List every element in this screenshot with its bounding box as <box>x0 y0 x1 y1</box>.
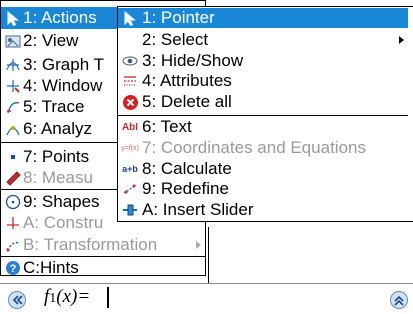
submenu-item-label: 6: Text <box>142 117 192 136</box>
text-cursor <box>107 287 109 308</box>
graph-axis-line <box>208 227 209 283</box>
collapse-history-button[interactable] <box>6 290 28 310</box>
submenu-item-select[interactable]: 2: Select <box>118 30 408 50</box>
submenu-item-text[interactable]: AbI 6: Text <box>118 117 408 137</box>
main-menu-item-label: C:Hints <box>23 258 79 277</box>
submenu-item-label: 9: Redefine <box>142 179 229 198</box>
pointer-icon <box>121 10 139 27</box>
submenu-item-coordinates-equations[interactable]: y=f(x) 7: Coordinates and Equations <box>118 138 408 158</box>
main-menu-item-label: 8: Measu <box>23 168 93 187</box>
main-menu-item-label: 1: Actions <box>23 8 97 27</box>
text-icon: AbI <box>121 121 139 133</box>
main-menu-item-label: 9: Shapes <box>23 192 100 211</box>
main-menu-item-label: 6: Analyz <box>23 119 92 138</box>
submenu-item-label: 7: Coordinates and Equations <box>142 138 366 157</box>
analyze-icon <box>4 121 21 138</box>
measure-icon <box>4 170 21 187</box>
main-menu-item-hints[interactable]: ? C:Hints <box>1 257 205 279</box>
main-menu-item-label: 4: Window <box>23 76 103 95</box>
graph-type-icon <box>4 57 21 74</box>
main-menu-item-label: 3: Graph T <box>23 55 104 74</box>
submenu-item-label: 3: Hide/Show <box>142 51 244 70</box>
eye-icon <box>121 53 139 70</box>
main-menu-item-label: 5: Trace <box>23 97 85 116</box>
slider-icon <box>121 202 139 219</box>
attributes-icon <box>121 73 139 90</box>
main-menu-item-label: A: Constru <box>23 213 104 232</box>
menu-separator <box>118 115 408 116</box>
delete-icon <box>121 94 139 111</box>
pointer-icon <box>4 10 21 27</box>
calculate-icon: a+b <box>122 164 138 174</box>
submenu-arrow-icon <box>196 241 201 249</box>
main-menu-item-transformation[interactable]: B: Transformation <box>1 234 205 256</box>
submenu-item-calculate[interactable]: a+b 8: Calculate <box>118 159 408 179</box>
main-menu-item-label: 7: Points <box>23 147 90 166</box>
redefine-icon <box>121 181 139 198</box>
construction-icon <box>4 215 21 232</box>
actions-submenu: 1: Pointer 2: Select 3: Hide/Show 4: Att… <box>117 6 413 222</box>
submenu-arrow-icon <box>399 36 404 44</box>
submenu-item-label: 1: Pointer <box>142 8 215 27</box>
shapes-icon <box>4 194 21 211</box>
hints-icon: ? <box>4 260 21 277</box>
coordinates-icon: y=f(x) <box>121 144 139 152</box>
submenu-item-label: A: Insert Slider <box>142 200 254 219</box>
submenu-item-label: 5: Delete all <box>142 92 232 111</box>
trace-icon <box>4 99 21 116</box>
submenu-item-pointer[interactable]: 1: Pointer <box>118 8 408 28</box>
svg-text:?: ? <box>9 263 16 275</box>
main-menu-item-label: 2: View <box>23 31 79 50</box>
main-menu-item-label: B: Transformation <box>23 235 158 254</box>
points-icon <box>4 149 21 166</box>
submenu-item-insert-slider[interactable]: A: Insert Slider <box>118 200 408 220</box>
function-label: f1(x)= <box>44 286 91 307</box>
view-icon <box>4 33 21 50</box>
submenu-item-label: 2: Select <box>142 30 209 49</box>
submenu-item-label: 4: Attributes <box>142 71 232 90</box>
submenu-item-hide-show[interactable]: 3: Hide/Show <box>118 51 408 71</box>
submenu-item-redefine[interactable]: 9: Redefine <box>118 179 408 199</box>
submenu-item-delete-all[interactable]: 5: Delete all <box>118 92 408 112</box>
window-icon <box>4 78 21 95</box>
expand-history-button[interactable] <box>388 290 410 310</box>
submenu-item-attributes[interactable]: 4: Attributes <box>118 71 408 91</box>
transformation-icon <box>4 237 21 254</box>
submenu-item-label: 8: Calculate <box>142 159 232 178</box>
